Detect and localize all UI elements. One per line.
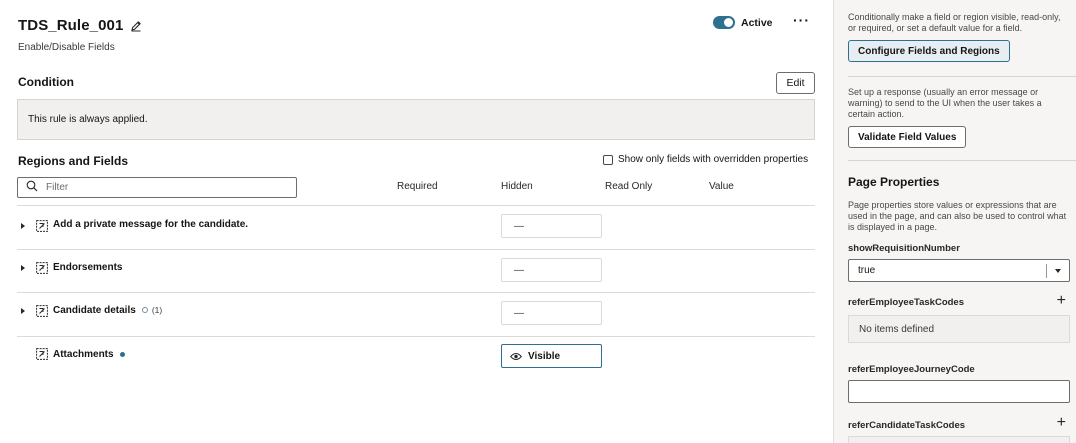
rule-editor-main: TDS_Rule_001 Enable/Disable Fields Activ… [0, 0, 833, 443]
refer-employee-journey-input[interactable] [849, 381, 1069, 402]
column-read-only: Read Only [605, 181, 653, 192]
page-properties-description: Page properties store values or expressi… [848, 200, 1067, 232]
show-overridden-label: Show only fields with overridden propert… [618, 154, 809, 165]
eye-icon [510, 352, 522, 361]
active-switch[interactable]: Active [713, 16, 773, 29]
condition-summary: This rule is always applied. [17, 99, 815, 140]
filter-field[interactable] [17, 177, 297, 198]
row-label: Candidate details [53, 305, 136, 316]
column-required: Required [397, 181, 438, 192]
properties-panel: Conditionally make a field or region vis… [833, 0, 1076, 443]
hidden-value-select[interactable]: — [501, 214, 602, 238]
hidden-value-select[interactable]: Visible [501, 344, 602, 368]
visible-label: Visible [528, 350, 561, 362]
table-row: Add a private message for the candidate.… [17, 205, 815, 249]
refer-employee-journey-label: referEmployeeJourneyCode [848, 364, 975, 375]
add-icon[interactable]: + [1057, 415, 1066, 431]
add-icon[interactable]: + [1057, 293, 1066, 309]
validate-field-values-button[interactable]: Validate Field Values [848, 126, 967, 148]
more-actions-icon[interactable]: ··· [793, 12, 810, 28]
regions-heading: Regions and Fields [18, 154, 129, 168]
no-items-text: No items defined [859, 323, 935, 335]
override-count: (1) [151, 305, 163, 315]
candidate-task-box [848, 436, 1070, 443]
refer-employee-task-label: referEmployeeTaskCodes [848, 297, 964, 308]
region-icon [36, 348, 48, 363]
toggle-switch[interactable] [713, 16, 735, 29]
select-value: true [858, 265, 876, 276]
override-indicator-icon [119, 351, 125, 357]
expand-caret-icon[interactable] [21, 308, 25, 314]
table-row: Attachments Visible [17, 336, 815, 380]
table-row: Endorsements — [17, 249, 815, 293]
row-label: Attachments [53, 349, 114, 360]
region-icon [36, 220, 48, 235]
refer-employee-journey-field[interactable] [848, 380, 1070, 403]
row-label-wrap: Attachments [53, 349, 125, 360]
row-label: Endorsements [53, 262, 123, 273]
checkbox-box[interactable] [603, 154, 613, 165]
expand-caret-icon[interactable] [21, 223, 25, 229]
condition-heading: Condition [18, 75, 74, 89]
refer-candidate-task-label: referCandidateTaskCodes [848, 420, 966, 431]
chevron-down-icon[interactable] [1055, 269, 1061, 273]
column-hidden: Hidden [501, 181, 533, 192]
modified-indicator-icon [141, 307, 148, 314]
active-label: Active [741, 16, 773, 29]
divider [848, 76, 1076, 77]
configure-fields-button[interactable]: Configure Fields and Regions [848, 40, 1010, 62]
page-properties-heading: Page Properties [848, 175, 940, 189]
rule-title-text: TDS_Rule_001 [18, 17, 124, 34]
condition-text: This rule is always applied. [28, 114, 148, 125]
region-icon [36, 262, 48, 277]
edit-condition-button[interactable]: Edit [776, 72, 815, 94]
region-icon [36, 305, 48, 320]
no-items-box: No items defined [848, 315, 1070, 343]
hidden-value-select[interactable]: — [501, 258, 602, 282]
toggle-knob [724, 18, 733, 27]
filter-input[interactable] [46, 182, 276, 193]
show-requisition-select[interactable]: true [848, 259, 1070, 282]
show-overridden-checkbox[interactable]: Show only fields with overridden propert… [603, 154, 808, 165]
expand-caret-icon[interactable] [21, 265, 25, 271]
table-row: Candidate details (1) — [17, 292, 815, 336]
column-value: Value [709, 181, 734, 192]
pencil-icon[interactable] [130, 20, 142, 32]
rule-title: TDS_Rule_001 [18, 17, 142, 34]
rule-subtitle: Enable/Disable Fields [18, 42, 115, 53]
search-icon [26, 180, 38, 195]
select-separator [1046, 264, 1047, 278]
show-requisition-label: showRequisitionNumber [848, 243, 960, 254]
row-label: Add a private message for the candidate. [53, 219, 249, 230]
validate-description: Set up a response (usually an error mess… [848, 87, 1042, 119]
divider [848, 160, 1076, 161]
hidden-value-select[interactable]: — [501, 301, 602, 325]
row-label-wrap: Candidate details (1) [53, 305, 162, 316]
configure-description: Conditionally make a field or region vis… [848, 12, 1061, 33]
